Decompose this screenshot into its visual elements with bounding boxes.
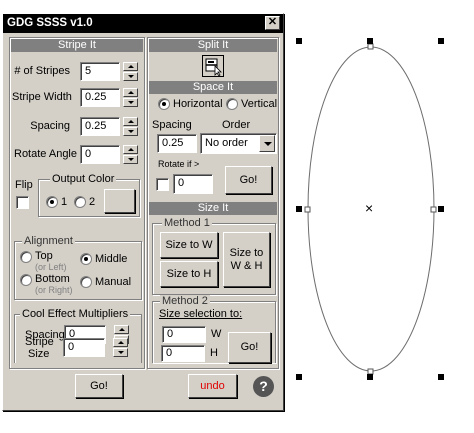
- num-stripes-label: # of Stripes: [14, 65, 70, 77]
- stripe-go-button[interactable]: Go!: [75, 374, 123, 398]
- undo-button[interactable]: undo: [188, 374, 237, 398]
- num-stripes-input[interactable]: 5: [80, 62, 120, 81]
- flip-checkbox[interactable]: [16, 196, 29, 209]
- num-stripes-spinner[interactable]: [123, 62, 138, 81]
- chevron-down-icon[interactable]: [259, 135, 275, 152]
- align-top-radio[interactable]: [20, 251, 32, 263]
- space-order-value: No order: [205, 137, 248, 149]
- size-to-wh-button[interactable]: Size to W & H: [223, 232, 270, 287]
- align-middle-label: Middle: [95, 253, 128, 265]
- size-w-input[interactable]: 0: [162, 326, 206, 343]
- size-to-h-button[interactable]: Size to H: [160, 261, 218, 287]
- canvas-selection[interactable]: ×: [296, 35, 448, 385]
- help-glyph: ?: [259, 378, 268, 394]
- dialog-window: GDG SSSS v1.0 ✕ Stripe It # of Stripes 5…: [2, 13, 284, 411]
- alignment-group: [14, 241, 142, 300]
- size-w-label: W: [211, 328, 222, 340]
- spin-up-icon[interactable]: [113, 338, 128, 347]
- spacing-input[interactable]: 0.25: [80, 117, 120, 136]
- cool-effect-legend: Cool Effect Multipliers: [20, 308, 131, 320]
- rotate-if-label: Rotate if >: [158, 159, 200, 169]
- space-go-button[interactable]: Go!: [225, 166, 272, 194]
- size-selection-label: Size selection to:: [159, 308, 243, 320]
- spin-up-icon[interactable]: [123, 88, 138, 97]
- output-color-2-label: 2: [89, 196, 96, 208]
- space-spacing-input[interactable]: 0.25: [157, 134, 197, 153]
- size-to-w-button[interactable]: Size to W: [160, 232, 218, 258]
- output-color-swatch-button[interactable]: [104, 189, 135, 213]
- size-h-input[interactable]: 0: [161, 345, 205, 362]
- space-it-header: Space It: [149, 81, 277, 94]
- spacing-label: Spacing: [30, 120, 70, 132]
- spin-up-icon[interactable]: [114, 325, 129, 334]
- rotate-if-checkbox[interactable]: [156, 178, 169, 191]
- output-color-radio-1[interactable]: [46, 196, 58, 208]
- spin-down-icon[interactable]: [123, 155, 138, 164]
- title-bar[interactable]: GDG SSSS v1.0: [3, 14, 283, 33]
- output-color-radio-2[interactable]: [74, 196, 86, 208]
- size-go-button[interactable]: Go!: [228, 332, 271, 363]
- resize-handle-bottom-left[interactable]: [296, 374, 302, 380]
- stripe-it-header: Stripe It: [11, 39, 143, 52]
- output-color-legend: Output Color: [50, 173, 117, 185]
- space-horizontal-radio[interactable]: [158, 98, 170, 110]
- spin-down-icon[interactable]: [123, 127, 138, 136]
- spin-up-icon[interactable]: [123, 145, 138, 154]
- align-manual-radio[interactable]: [80, 276, 92, 288]
- stripe-size-label-line2: Size: [28, 348, 50, 360]
- rotate-if-input[interactable]: 0: [173, 174, 213, 194]
- method1-legend: Method 1: [162, 217, 212, 229]
- spin-up-icon[interactable]: [123, 62, 138, 71]
- space-spacing-label: Spacing: [152, 119, 192, 131]
- size-to-wh-label-2: W & H: [230, 259, 263, 272]
- stripe-width-input[interactable]: 0.25: [80, 88, 120, 107]
- align-manual-label: Manual: [95, 276, 132, 288]
- size-h-label: H: [210, 347, 218, 359]
- split-it-header: Split It: [149, 39, 277, 52]
- align-middle-radio[interactable]: [80, 253, 92, 265]
- alignment-legend: Alignment: [22, 235, 75, 247]
- rotate-angle-spinner[interactable]: [123, 145, 138, 164]
- spin-up-icon[interactable]: [123, 117, 138, 126]
- stripe-size-input[interactable]: 0: [63, 338, 105, 357]
- spin-down-icon[interactable]: [123, 72, 138, 81]
- close-icon: ✕: [267, 16, 278, 28]
- stripe-width-spinner[interactable]: [123, 88, 138, 107]
- center-marker-icon[interactable]: ×: [365, 201, 373, 215]
- spin-down-icon[interactable]: [123, 98, 138, 107]
- resize-handle-bottom[interactable]: [367, 374, 373, 380]
- rotate-angle-label: Rotate Angle: [14, 148, 77, 160]
- output-color-1-label: 1: [61, 196, 68, 208]
- resize-handle-top-right[interactable]: [438, 38, 444, 44]
- resize-handle-left[interactable]: [296, 206, 302, 212]
- size-it-header: Size It: [149, 202, 277, 215]
- resize-handle-right[interactable]: [438, 206, 444, 212]
- align-bottom-sublabel: (or Right): [35, 285, 73, 295]
- align-top-sublabel: (or Left): [35, 262, 67, 272]
- window-title: GDG SSSS v1.0: [7, 17, 93, 29]
- right-panel: Split It Space It Horizontal Vertical Sp…: [147, 37, 279, 369]
- spin-down-icon[interactable]: [113, 348, 128, 357]
- align-bottom-radio[interactable]: [20, 274, 32, 286]
- space-vertical-radio[interactable]: [226, 98, 238, 110]
- spacing-spinner[interactable]: [123, 117, 138, 136]
- resize-handle-top[interactable]: [367, 38, 373, 44]
- flip-label: Flip: [15, 179, 33, 191]
- stripe-it-panel: Stripe It # of Stripes 5 Stripe Width 0.…: [9, 37, 145, 369]
- space-vertical-label: Vertical: [241, 98, 278, 110]
- space-order-label: Order: [222, 119, 251, 131]
- resize-handle-bottom-right[interactable]: [438, 374, 444, 380]
- stripe-width-label: Stripe Width: [12, 91, 72, 103]
- space-horizontal-label: Horizontal: [173, 98, 223, 110]
- rotate-angle-input[interactable]: 0: [80, 145, 120, 164]
- method2-legend: Method 2: [160, 295, 210, 307]
- split-icon[interactable]: [202, 55, 224, 77]
- help-icon[interactable]: ?: [253, 376, 274, 397]
- resize-handle-top-left[interactable]: [296, 38, 302, 44]
- size-to-wh-label-1: Size to: [229, 246, 264, 259]
- stripe-size-spinner[interactable]: [113, 338, 128, 357]
- close-button[interactable]: ✕: [265, 16, 280, 30]
